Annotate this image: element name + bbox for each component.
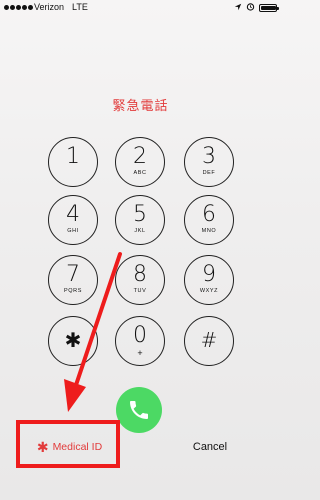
- annotation-arrow-icon: [64, 252, 122, 412]
